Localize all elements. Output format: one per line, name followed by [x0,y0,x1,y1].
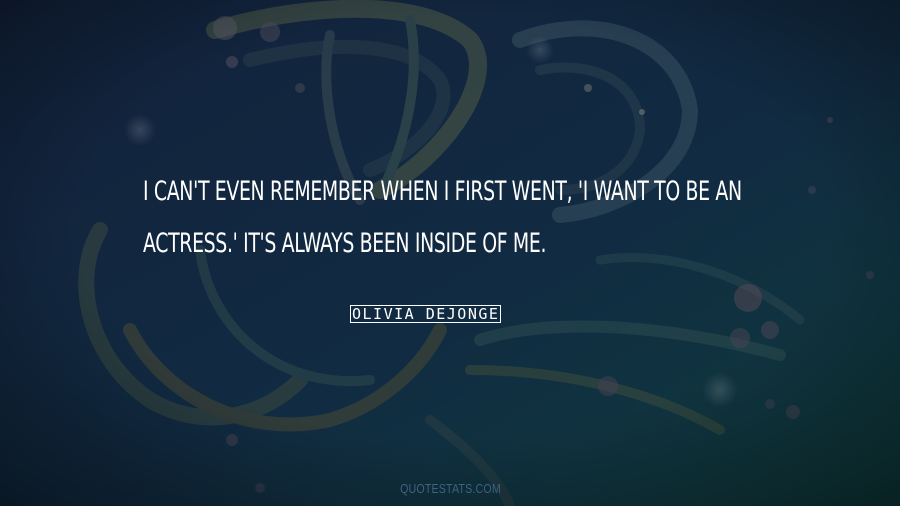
site-watermark: QUOTESTATS.COM [0,481,900,496]
author-name: OLIVIA DEJONGE [350,305,502,323]
author-link[interactable]: OLIVIA DEJONGE [350,303,502,325]
quote-text: I CAN'T EVEN REMEMBER WHEN I FIRST WENT,… [143,166,742,270]
watermark-text: QUOTESTATS.COM [399,481,501,496]
quote-line: ACTRESS.' IT'S ALWAYS BEEN INSIDE OF ME. [143,228,547,259]
quote-line: I CAN'T EVEN REMEMBER WHEN I FIRST WENT,… [143,176,742,207]
